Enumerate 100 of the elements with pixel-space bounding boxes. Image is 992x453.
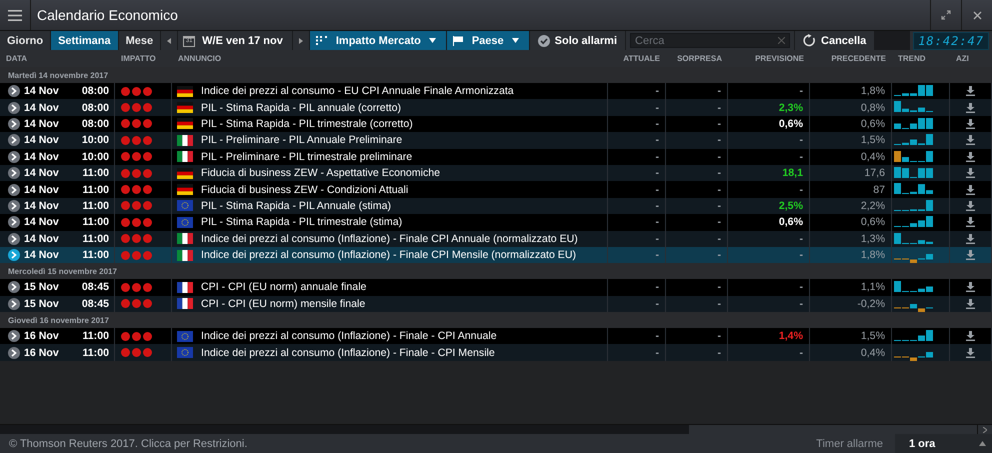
chevron-icon[interactable] bbox=[8, 85, 20, 98]
download-icon[interactable] bbox=[966, 217, 975, 228]
event-date: 14 Nov bbox=[24, 85, 60, 98]
period-tab[interactable]: Giorno bbox=[0, 31, 50, 50]
scrollbar-thumb[interactable] bbox=[689, 425, 977, 434]
event-row[interactable]: 14 Nov 11:00 Indice dei prezzi al consumo (Inflazione) - Finale CPI Mensile (normalizzato EU) - - - 1,8% bbox=[0, 246, 992, 264]
close-icon bbox=[972, 10, 982, 20]
chevron-icon[interactable] bbox=[8, 102, 20, 114]
scroll-right-button[interactable] bbox=[977, 425, 992, 434]
alerts-only-toggle[interactable]: Solo allarmi bbox=[530, 31, 626, 50]
event-date: 14 Nov bbox=[24, 102, 60, 114]
previous-value: 0,4% bbox=[860, 346, 885, 359]
download-icon[interactable] bbox=[966, 118, 975, 129]
download-icon[interactable] bbox=[966, 282, 975, 292]
event-row[interactable]: 14 Nov 10:00 PIL - Preliminare - PIL trimestrale preliminare - - - 0,4% bbox=[0, 148, 992, 165]
search-field[interactable]: Cerca bbox=[630, 33, 790, 48]
chevron-icon[interactable] bbox=[8, 249, 20, 262]
chevron-icon[interactable] bbox=[8, 298, 20, 310]
event-time: 08:00 bbox=[82, 118, 110, 130]
expand-icon bbox=[941, 10, 951, 20]
surprise-value: - bbox=[717, 167, 721, 180]
download-icon[interactable] bbox=[966, 168, 975, 178]
event-time: 08:45 bbox=[82, 281, 110, 294]
column-header: SORPRESA bbox=[676, 53, 723, 65]
next-week-button[interactable] bbox=[292, 31, 309, 50]
event-title: PIL - Preliminare - PIL trimestrale preliminare bbox=[201, 150, 412, 163]
previous-value: 1,3% bbox=[860, 232, 885, 245]
event-row[interactable]: 15 Nov 08:45 CPI - CPI (EU norm) mensile finale - - - -0,2% bbox=[0, 296, 992, 312]
actual-value: - bbox=[655, 330, 659, 342]
forecast-value: - bbox=[799, 150, 803, 163]
trend-sparkline bbox=[894, 281, 933, 292]
event-row[interactable]: 14 Nov 11:00 Indice dei prezzi al consumo (Inflazione) - Finale CPI Annuale (normalizzato EU) - - - 1,3% bbox=[0, 230, 992, 247]
event-row[interactable]: 15 Nov 08:45 CPI - CPI (EU norm) annuale finale - - - 1,1% bbox=[0, 279, 992, 296]
trend-sparkline bbox=[894, 134, 933, 146]
eu-flag-icon bbox=[177, 216, 193, 228]
chevron-icon[interactable] bbox=[8, 134, 20, 146]
chevron-icon[interactable] bbox=[8, 118, 20, 130]
event-row[interactable]: 16 Nov 11:00 Indice dei prezzi al consumo (Inflazione) - Finale - CPI Annuale - - 1,4% 1,5% bbox=[0, 328, 992, 344]
forecast-value: - bbox=[799, 232, 803, 245]
download-icon[interactable] bbox=[966, 250, 975, 260]
event-time: 11:00 bbox=[82, 184, 110, 196]
actual-value: - bbox=[655, 249, 659, 262]
chevron-icon[interactable] bbox=[8, 200, 20, 212]
event-title: Indice dei prezzi al consumo (Inflazione) - Finale CPI Annuale (normalizzato EU) bbox=[201, 232, 578, 245]
forecast-value: - bbox=[799, 346, 803, 359]
event-row[interactable]: 14 Nov 11:00 Fiducia di business ZEW - Condizioni Attuali - - - 87 bbox=[0, 181, 992, 198]
dots-grid-icon bbox=[316, 36, 328, 45]
chevron-icon[interactable] bbox=[8, 167, 20, 180]
event-row[interactable]: 14 Nov 08:00 Indice dei prezzi al consumo - EU CPI Annuale Finale Armonizzata - - - 1,8% bbox=[0, 83, 992, 100]
italian-flag-icon bbox=[177, 250, 193, 261]
country-filter-dropdown[interactable]: Paese bbox=[446, 31, 529, 50]
forecast-value: - bbox=[799, 281, 803, 294]
chevron-icon[interactable] bbox=[8, 330, 20, 342]
copyright-link[interactable]: © Thomson Reuters 2017. Clicca per Restrizioni. bbox=[0, 438, 816, 450]
chevron-icon[interactable] bbox=[8, 346, 20, 359]
period-tab[interactable]: Mese bbox=[118, 31, 160, 50]
download-icon[interactable] bbox=[966, 135, 975, 146]
event-time: 08:45 bbox=[82, 298, 110, 310]
download-icon[interactable] bbox=[966, 86, 975, 96]
event-row[interactable]: 14 Nov 08:00 PIL - Stima Rapida - PIL trimestrale (corretto) - - 0,6% 0,6% bbox=[0, 116, 992, 132]
download-icon[interactable] bbox=[966, 152, 975, 162]
event-date: 16 Nov bbox=[24, 330, 60, 342]
period-tab[interactable]: Settimana bbox=[51, 31, 118, 50]
event-row[interactable]: 14 Nov 08:00 PIL - Stima Rapida - PIL annuale (corretto) - - 2,3% 0,8% bbox=[0, 99, 992, 116]
download-icon[interactable] bbox=[966, 200, 975, 211]
chevron-icon[interactable] bbox=[8, 232, 20, 245]
actual-value: - bbox=[655, 200, 659, 212]
download-icon[interactable] bbox=[966, 298, 975, 309]
download-icon[interactable] bbox=[966, 102, 975, 113]
impact-filter-dropdown[interactable]: Impatto Mercato bbox=[310, 31, 446, 50]
french-flag-icon bbox=[177, 298, 193, 310]
download-icon[interactable] bbox=[966, 348, 975, 358]
column-header: TREND bbox=[897, 53, 927, 65]
chevron-icon[interactable] bbox=[8, 281, 20, 294]
surprise-value: - bbox=[717, 150, 721, 163]
event-row[interactable]: 14 Nov 11:00 PIL - Stima Rapida - PIL Annuale (stima) - - 2,5% 2,2% bbox=[0, 198, 992, 214]
chevron-icon[interactable] bbox=[8, 216, 20, 228]
alarm-timer-dropdown[interactable]: 1 ora bbox=[895, 434, 992, 453]
actual-value: - bbox=[655, 134, 659, 146]
download-icon[interactable] bbox=[966, 234, 975, 244]
chevron-icon[interactable] bbox=[8, 150, 20, 163]
event-date: 16 Nov bbox=[24, 346, 60, 359]
event-date: 15 Nov bbox=[24, 281, 60, 294]
event-row[interactable]: 14 Nov 11:00 PIL - Stima Rapida - PIL trimestrale (stima) - - 0,6% 0,6% bbox=[0, 214, 992, 231]
event-date: 14 Nov bbox=[24, 118, 60, 130]
previous-week-button[interactable] bbox=[161, 31, 178, 50]
event-row[interactable]: 14 Nov 10:00 PIL - Preliminare - PIL Annuale Preliminare - - - 1,5% bbox=[0, 132, 992, 149]
event-row[interactable]: 16 Nov 11:00 Indice dei prezzi al consumo (Inflazione) - Finale - CPI Mensile - - - 0,4% bbox=[0, 344, 992, 361]
caret-icon bbox=[979, 441, 986, 446]
chevron-icon[interactable] bbox=[8, 184, 20, 196]
clear-button[interactable]: Cancella bbox=[795, 31, 874, 50]
forecast-value: 0,6% bbox=[778, 118, 803, 130]
download-icon[interactable] bbox=[966, 331, 975, 342]
event-time: 08:00 bbox=[82, 85, 110, 98]
download-icon[interactable] bbox=[966, 184, 975, 195]
event-row[interactable]: 14 Nov 11:00 Fiducia di business ZEW - Aspettative Economiche - - 18,1 17,6 bbox=[0, 164, 992, 182]
event-date: 14 Nov bbox=[24, 232, 60, 245]
surprise-value: - bbox=[717, 118, 721, 130]
surprise-value: - bbox=[717, 232, 721, 245]
event-title: PIL - Stima Rapida - PIL Annuale (stima) bbox=[201, 200, 391, 212]
